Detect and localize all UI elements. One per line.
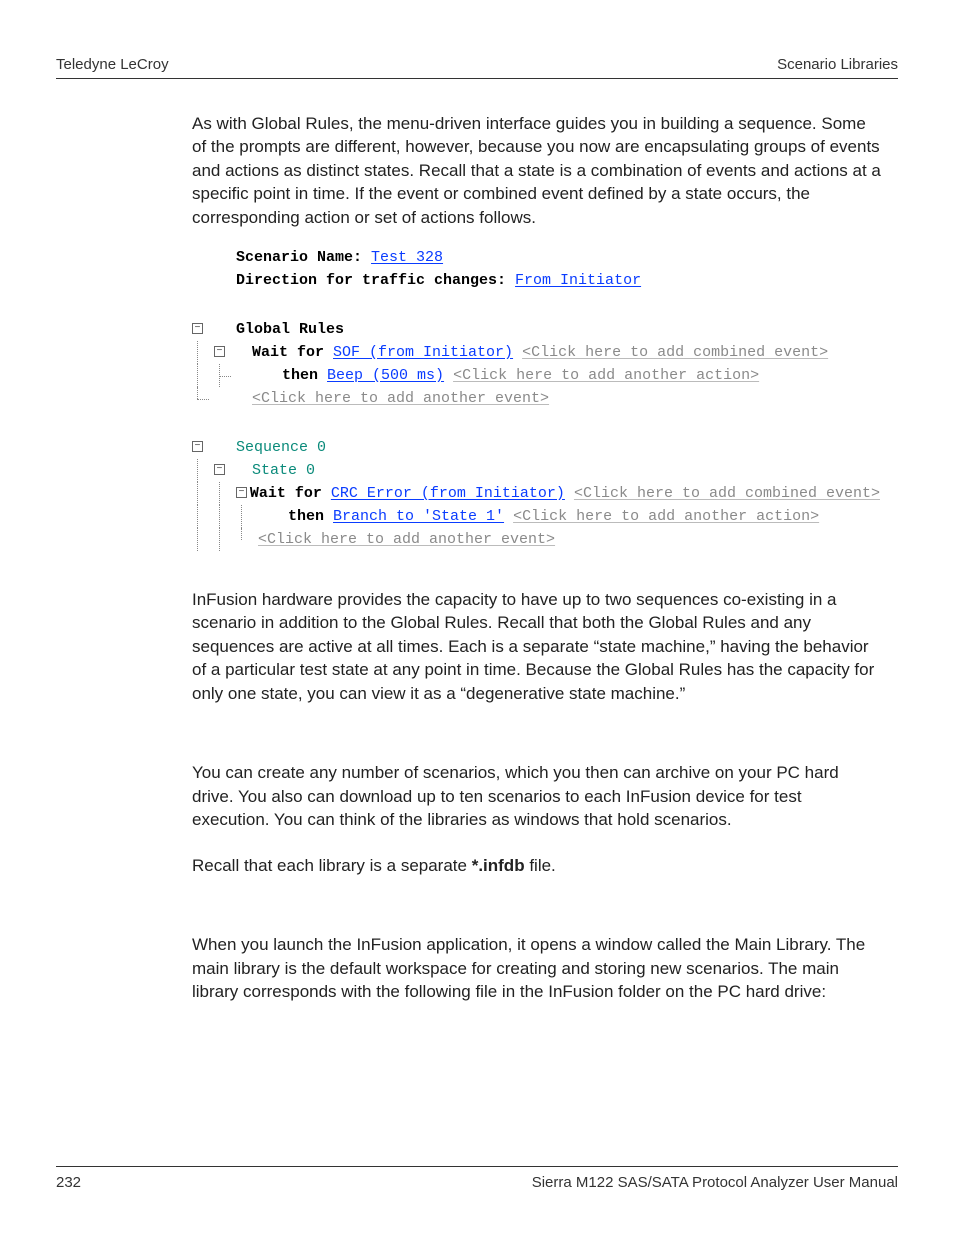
paragraph-5: When you launch the InFusion application… <box>192 933 882 1003</box>
wait-for-label: Wait for <box>250 485 331 502</box>
page-number: 232 <box>56 1174 81 1191</box>
add-event-hint[interactable]: <Click here to add another event> <box>258 531 555 548</box>
header-rule <box>56 78 898 79</box>
sof-event-link[interactable]: SOF (from Initiator) <box>333 344 513 361</box>
collapse-icon[interactable]: − <box>214 346 225 357</box>
direction-label: Direction for traffic changes: <box>236 272 515 289</box>
state-0-header: − State 0 <box>190 459 880 482</box>
add-combined-event-hint[interactable]: <Click here to add combined event> <box>574 485 880 502</box>
add-action-hint[interactable]: <Click here to add another action> <box>453 367 759 384</box>
global-rules-header: − Global Rules <box>190 318 880 341</box>
add-combined-event-hint[interactable]: <Click here to add combined event> <box>522 344 828 361</box>
beep-action-link[interactable]: Beep (500 ms) <box>327 367 444 384</box>
add-event-hint[interactable]: <Click here to add another event> <box>252 390 549 407</box>
global-rules-then-row: then Beep (500 ms) <Click here to add an… <box>190 364 880 387</box>
collapse-icon[interactable]: − <box>192 323 203 334</box>
global-rules-label: Global Rules <box>236 318 344 341</box>
scenario-name-value[interactable]: Test 328 <box>371 249 443 266</box>
scenario-name-row: Scenario Name: Test 328 <box>190 246 880 269</box>
sequence-0-label: Sequence 0 <box>236 436 326 459</box>
state-0-wait-row: − Wait for CRC Error (from Initiator) <C… <box>190 482 880 505</box>
page-footer: 232 Sierra M122 SAS/SATA Protocol Analyz… <box>56 1174 898 1191</box>
state-0-then-row: then Branch to 'State 1' <Click here to … <box>190 505 880 528</box>
direction-row: Direction for traffic changes: From Init… <box>190 269 880 292</box>
state-0-label: State 0 <box>236 459 315 482</box>
state-0-add-event-row: <Click here to add another event> <box>190 528 880 551</box>
branch-action-link[interactable]: Branch to 'State 1' <box>333 508 504 525</box>
global-rules-wait-row: − Wait for SOF (from Initiator) <Click h… <box>190 341 880 364</box>
header-right: Scenario Libraries <box>777 56 898 73</box>
collapse-icon[interactable]: − <box>236 487 247 498</box>
paragraph-4a: Recall that each library is a separate <box>192 856 472 875</box>
body-text: As with Global Rules, the menu-driven in… <box>192 112 882 251</box>
infdb-extension: *.infdb <box>472 856 525 875</box>
body-text-lower: InFusion hardware provides the capacity … <box>192 588 882 1025</box>
footer-title: Sierra M122 SAS/SATA Protocol Analyzer U… <box>532 1174 898 1191</box>
page-header: Teledyne LeCroy Scenario Libraries <box>56 56 898 73</box>
scenario-editor-figure: Scenario Name: Test 328 Direction for tr… <box>190 246 880 551</box>
wait-for-label: Wait for <box>252 344 333 361</box>
then-label: then <box>282 367 327 384</box>
paragraph-4: Recall that each library is a separate *… <box>192 854 882 877</box>
paragraph-2: InFusion hardware provides the capacity … <box>192 588 882 705</box>
header-left: Teledyne LeCroy <box>56 56 169 73</box>
paragraph-1: As with Global Rules, the menu-driven in… <box>192 112 882 229</box>
then-label: then <box>288 508 333 525</box>
collapse-icon[interactable]: − <box>192 441 203 452</box>
sequence-0-header: − Sequence 0 <box>190 436 880 459</box>
direction-value[interactable]: From Initiator <box>515 272 641 289</box>
page: Teledyne LeCroy Scenario Libraries As wi… <box>0 0 954 1235</box>
global-rules-add-event-row: <Click here to add another event> <box>190 387 880 410</box>
footer-rule <box>56 1166 898 1167</box>
paragraph-4c: file. <box>525 856 556 875</box>
crc-error-link[interactable]: CRC Error (from Initiator) <box>331 485 565 502</box>
collapse-icon[interactable]: − <box>214 464 225 475</box>
add-action-hint[interactable]: <Click here to add another action> <box>513 508 819 525</box>
paragraph-3: You can create any number of scenarios, … <box>192 761 882 831</box>
scenario-name-label: Scenario Name: <box>236 249 371 266</box>
